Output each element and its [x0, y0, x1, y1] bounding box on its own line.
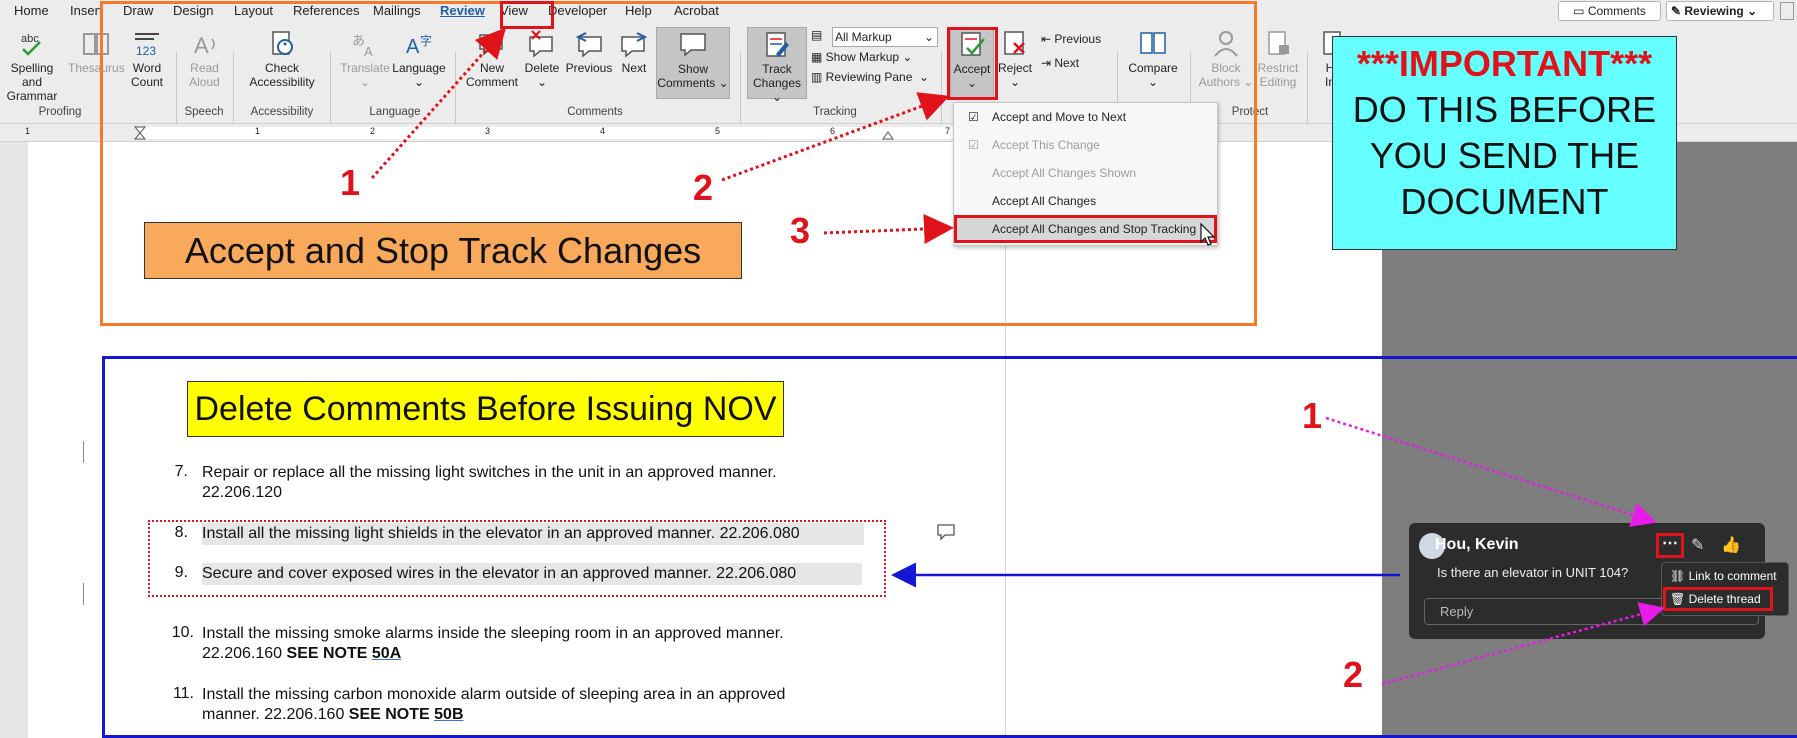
list-number: 8. [174, 524, 188, 541]
list-item-bold: SEE NOTE [348, 706, 435, 723]
edit-icon[interactable]: ✎ [1691, 535, 1704, 555]
reviewing-mode-button[interactable]: ✎ Reviewing ⌄ [1666, 1, 1774, 21]
list-number: 9. [174, 564, 188, 581]
list-item-text: 22.206.120 [202, 484, 283, 501]
trash-icon: 🗑 [1670, 592, 1689, 606]
list-item-text: Install the missing carbon monoxide alar… [202, 686, 786, 703]
list-item-text: manner. 22.206.160 [202, 706, 349, 723]
list-item-bold: SEE NOTE [286, 645, 372, 662]
link-icon: ⛓ [1670, 569, 1689, 583]
comment-marker-icon[interactable] [936, 523, 956, 541]
comment-author: Hou, Kevin [1435, 536, 1519, 553]
list-item-text: 22.206.160 [202, 645, 287, 662]
list-item-11[interactable]: Install the missing carbon monoxide alar… [202, 685, 902, 725]
list-item-10[interactable]: Install the missing smoke alarms inside … [202, 624, 902, 664]
page-margin-left [0, 142, 28, 738]
like-icon[interactable]: 👍 [1721, 535, 1741, 555]
tab-insert[interactable]: Insert [70, 3, 103, 18]
accept-button-highlight [947, 27, 998, 100]
accept-next-icon: ☑ [968, 110, 979, 124]
accept-change-icon: ☑ [968, 138, 979, 152]
step-number-3: 3 [790, 210, 811, 251]
list-number: 7. [174, 463, 188, 480]
menu-accept-all-shown[interactable]: Accept All Changes Shown [954, 159, 1217, 187]
important-text: YOU SEND THE [1369, 135, 1640, 176]
change-bar [83, 583, 84, 605]
tab-home[interactable]: Home [14, 3, 49, 18]
comment-icon: ▭ [1573, 4, 1588, 18]
delete-comments-title: Delete Comments Before Issuing NOV [187, 381, 784, 437]
svg-text:abc: abc [21, 33, 39, 45]
track-changes-title: Accept and Stop Track Changes [144, 222, 742, 279]
comment-step-2: 2 [1343, 654, 1364, 695]
menu-accept-all-and-stop-tracking[interactable]: Accept All Changes and Stop Tracking [954, 215, 1217, 243]
menu-delete-thread[interactable]: 🗑 Delete thread [1663, 587, 1773, 611]
list-number: 11. [172, 685, 194, 702]
list-item-text: Install the missing smoke alarms inside … [202, 625, 784, 642]
note-link[interactable]: 50A [372, 645, 401, 662]
important-heading: ***IMPORTANT*** [1356, 43, 1653, 84]
comment-text: Is there an elevator in UNIT 104? [1437, 565, 1629, 580]
review-tab-highlight [500, 1, 554, 29]
more-options-button[interactable]: ⋯ [1656, 533, 1684, 558]
step-number-1: 1 [340, 162, 361, 203]
spelling-icon: abc [21, 33, 41, 56]
note-link[interactable]: 50B [434, 706, 463, 723]
group-label-proofing: Proofing [38, 106, 82, 118]
comment-step-1: 1 [1302, 395, 1323, 436]
important-text: DO THIS BEFORE [1352, 89, 1657, 130]
spelling-grammar-button[interactable]: abc Spelling and Grammar [0, 29, 64, 103]
list-item-9[interactable]: Secure and cover exposed wires in the el… [202, 564, 796, 584]
menu-accept-and-move-next[interactable]: ☑ Accept and Move to Next [954, 103, 1217, 131]
mouse-cursor-icon [1200, 222, 1216, 246]
important-text: DOCUMENT [1400, 181, 1609, 222]
menu-link-to-comment[interactable]: ⛓ Link to comment [1670, 569, 1777, 583]
list-item-text: Repair or replace all the missing light … [202, 464, 777, 481]
menu-accept-this-change[interactable]: ☑ Accept This Change [954, 131, 1217, 159]
menu-accept-all-changes[interactable]: Accept All Changes [954, 187, 1217, 215]
share-icon[interactable] [1780, 2, 1794, 20]
list-item-7[interactable]: Repair or replace all the missing light … [202, 463, 902, 503]
pen-icon: ✎ [1671, 4, 1685, 18]
comment-context-menu: ⛓ Link to comment 🗑 Delete thread [1661, 562, 1789, 616]
important-callout: ***IMPORTANT*** DO THIS BEFORE YOU SEND … [1332, 36, 1677, 250]
comments-button[interactable]: ▭ Comments [1558, 1, 1661, 21]
list-item-8[interactable]: Install all the missing light shields in… [202, 524, 800, 544]
restrict-editing-button[interactable]: Restrict Editing [1254, 29, 1302, 89]
change-bar [83, 441, 84, 463]
ruler-number: 1 [25, 126, 31, 136]
restrict-editing-icon [1268, 31, 1289, 55]
step-number-2: 2 [693, 167, 714, 208]
list-number: 10. [171, 624, 194, 641]
accept-dropdown-menu: ☑ Accept and Move to Next ☑ Accept This Ch… [953, 102, 1218, 246]
